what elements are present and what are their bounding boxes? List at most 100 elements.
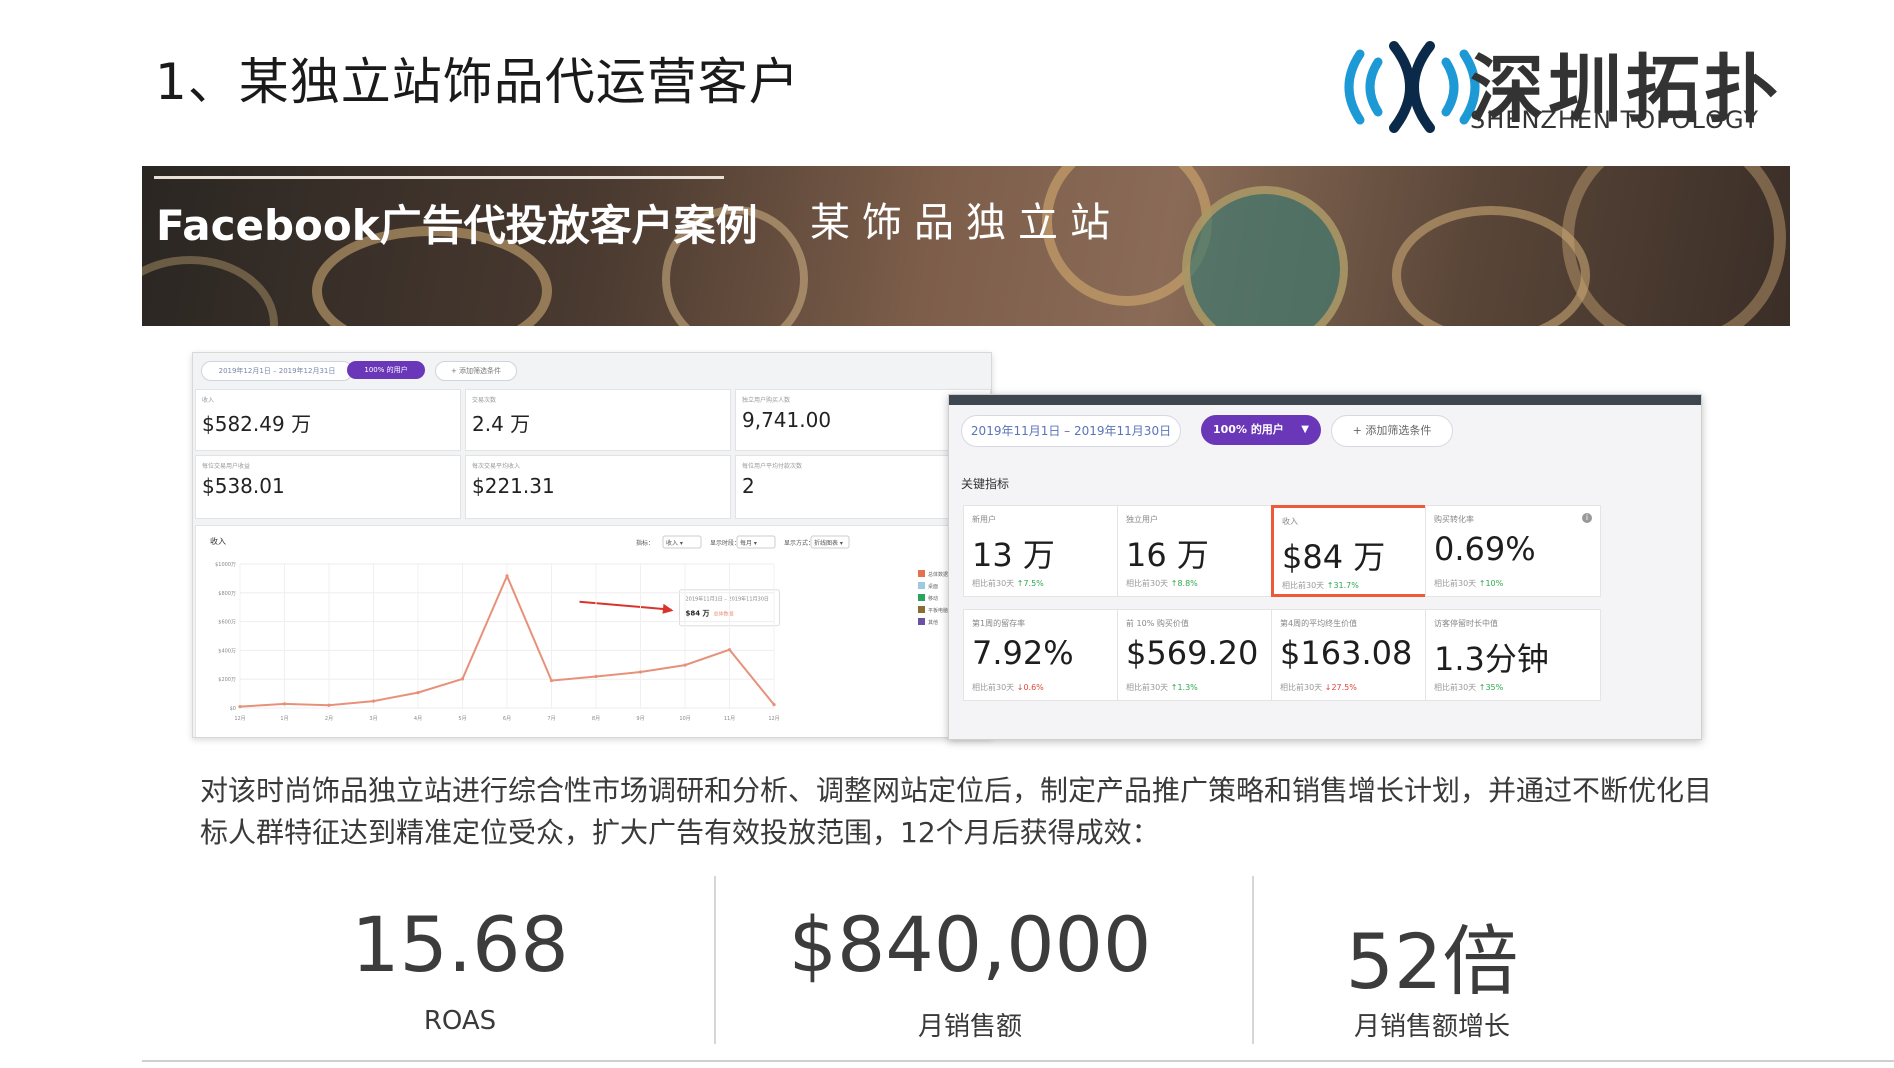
legend-label: 桌面 — [928, 583, 938, 590]
kpi-comparison: 相比前30天 ↑1.3% — [1126, 682, 1198, 693]
kpi-compare-label: 相比前30天 — [1126, 683, 1169, 692]
add-filter-button[interactable]: + 添加筛选条件 — [435, 361, 517, 381]
kpi-compare-label: 相比前30天 — [972, 683, 1015, 692]
y-tick-label: $600万 — [218, 620, 236, 626]
stat-label-monthly-sales: 月销售额 — [917, 1012, 1022, 1042]
metric-label: 每次交易平均收入 — [472, 463, 521, 470]
banner-rule — [154, 176, 724, 179]
segment-selector[interactable]: 100% 的用户 ▼ — [1201, 415, 1321, 445]
x-tick-label: 2月 — [325, 716, 333, 722]
chart-control-label: 指标： — [636, 539, 654, 547]
kpi-value: $84 万 — [1282, 538, 1386, 576]
y-tick-label: $400万 — [218, 648, 236, 654]
kpi-card: 访客停留时长中值 1.3分钟 相比前30天 ↑35% — [1425, 609, 1601, 701]
info-icon[interactable]: i — [1582, 513, 1592, 523]
banner-subtitle: 某饰品独立站 — [810, 200, 1122, 246]
x-tick-label: 9月 — [636, 716, 644, 722]
metric-label: 交易次数 — [472, 397, 497, 404]
case-description: 对该时尚饰品独立站进行综合性市场调研和分析、调整网站定位后，制定产品推广策略和销… — [200, 774, 1713, 849]
data-point[interactable] — [727, 648, 732, 652]
data-point[interactable] — [371, 699, 376, 703]
legend-label: 总体数据 — [928, 571, 948, 578]
x-tick-label: 5月 — [458, 716, 466, 722]
add-filter-button[interactable]: + 添加筛选条件 — [1331, 415, 1453, 447]
metric-label: 独立用户购买人数 — [742, 397, 791, 404]
data-point[interactable] — [327, 703, 331, 707]
chart-control-label: 显示时段： — [710, 539, 740, 547]
caret-down-icon: ▼ — [1301, 424, 1309, 435]
kpi-card: 第4周的平均终生价值 $163.08 相比前30天 ↓27.5% — [1271, 609, 1447, 701]
legend-swatch — [918, 570, 925, 577]
stat-value-growth: 52倍 — [1345, 917, 1519, 1006]
metric-value: 2.4 万 — [472, 412, 531, 436]
kpi-label: 购买转化率 — [1434, 515, 1474, 524]
kpi-compare-label: 相比前30天 — [1434, 579, 1477, 588]
y-tick-label: $1000万 — [215, 562, 236, 568]
kpi-card: 收入 $84 万相比前30天 ↑31.7% — [1271, 505, 1447, 597]
data-point[interactable] — [460, 677, 465, 681]
banner-title: Facebook广告代投放客户案例 — [156, 201, 758, 250]
window-top-bar — [949, 395, 1701, 405]
data-point[interactable] — [638, 670, 643, 674]
metric-card: 每位交易用户收益 $538.01 — [195, 455, 461, 519]
kpi-delta: 7.5% — [1023, 579, 1044, 588]
revenue-chart-panel: 收入 指标： 收入 ▾ 显示时段： 每月 ▾ 显示方式： 折线图表 ▾ 2019年11月1日 … — [195, 525, 989, 737]
data-point[interactable] — [594, 674, 598, 679]
legend-swatch — [918, 618, 925, 625]
kpi-comparison: 相比前30天 ↑10% — [1434, 578, 1503, 589]
tooltip-value: $84 万 — [686, 610, 710, 618]
data-point[interactable] — [282, 702, 287, 706]
annotation-arrowhead-icon — [662, 603, 674, 614]
kpi-delta: 1.3% — [1177, 683, 1198, 692]
metric-card: 收入 $582.49 万 — [195, 389, 461, 451]
data-point[interactable] — [772, 702, 776, 707]
data-point[interactable] — [505, 574, 509, 578]
kpi-comparison: 相比前30天 ↓0.6% — [972, 682, 1044, 693]
kpi-label: 前 10% 购买价值 — [1126, 619, 1189, 628]
kpi-delta: 31.7% — [1333, 581, 1359, 590]
revenue-dashboard-screenshot: 2019年12月1日 – 2019年12月31日 100% 的用户 + 添加筛选… — [192, 352, 992, 738]
kpi-value: 7.92% — [972, 634, 1074, 672]
legend-swatch — [918, 594, 925, 601]
data-point[interactable] — [683, 663, 687, 667]
kpi-label: 第1周的留存率 — [972, 619, 1026, 628]
stat-value-monthly-sales: $840,000 — [788, 900, 1152, 989]
kpi-value: 13 万 — [972, 536, 1055, 574]
kpi-comparison: 相比前30天 ↑35% — [1434, 682, 1503, 693]
x-tick-label: 6月 — [503, 716, 511, 722]
kpi-comparison: 相比前30天 ↑7.5% — [972, 578, 1044, 589]
segment-selector[interactable]: 100% 的用户 — [347, 361, 425, 379]
y-tick-label: $800万 — [218, 591, 236, 597]
bottom-rule — [142, 1060, 1894, 1062]
annotation-arrow-icon — [579, 600, 672, 611]
x-tick-label: 4月 — [414, 716, 422, 722]
tooltip-date: 2019年11月1日 – 2019年11月30日 — [686, 596, 769, 603]
revenue-line-chart: 收入 指标： 收入 ▾ 显示时段： 每月 ▾ 显示方式： 折线图表 ▾ 2019年11月1日 … — [210, 535, 948, 722]
date-range-picker[interactable]: 2019年12月1日 – 2019年12月31日 — [201, 361, 353, 381]
kpi-delta: 8.8% — [1177, 579, 1198, 588]
kpi-card: 前 10% 购买价值i$569.20相比前30天 ↑1.3% — [1117, 609, 1293, 701]
kpi-card: 购买转化率 i 0.69% 相比前30天 ↑10% — [1425, 505, 1601, 597]
jewelry-decor — [1392, 206, 1590, 326]
kpi-value: $163.08 — [1280, 634, 1413, 672]
kpi-compare-label: 相比前30天 — [1280, 683, 1323, 692]
x-tick-label: 3月 — [369, 716, 377, 722]
x-tick-label: 7月 — [547, 716, 555, 722]
stat-label-roas: ROAS — [423, 1006, 497, 1036]
kpi-value: 16 万 — [1126, 536, 1209, 574]
kpi-card: 新用户 13 万相比前30天 ↑7.5% — [963, 505, 1139, 597]
kpi-compare-label: 相比前30天 — [1434, 683, 1477, 692]
kpi-compare-label: 相比前30天 — [972, 579, 1015, 588]
kpi-comparison: 相比前30天 ↓27.5% — [1280, 682, 1357, 693]
metric-label: 每位交易用户收益 — [202, 463, 251, 470]
stat-label-growth: 月销售额增长 — [1353, 1012, 1510, 1042]
legend-label: 平板电脑 — [928, 607, 948, 614]
kpi-label: 新用户 — [972, 515, 996, 524]
date-range-picker[interactable]: 2019年11月1日 – 2019年11月30日 — [961, 415, 1181, 447]
data-point[interactable] — [416, 690, 420, 695]
data-point[interactable] — [549, 678, 554, 683]
stat-divider — [714, 876, 716, 1044]
legend-label: 其他 — [928, 619, 938, 626]
stat-value-roas: 15.68 — [351, 900, 569, 989]
data-point[interactable] — [238, 705, 242, 709]
